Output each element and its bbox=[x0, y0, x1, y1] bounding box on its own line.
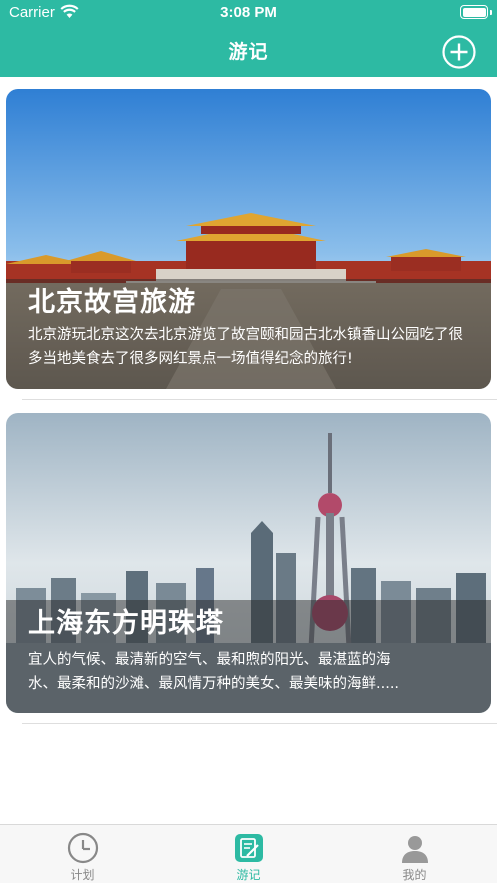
travel-card[interactable]: 北京故宫旅游 北京游玩北京这次去北京游览了故宫颐和园古北水镇香山公园吃了很多当地… bbox=[6, 89, 491, 389]
divider bbox=[22, 723, 497, 724]
tab-bar: 计划 游记 我的 bbox=[0, 824, 497, 883]
card-caption: 北京故宫旅游 北京游玩北京这次去北京游览了故宫颐和园古北水镇香山公园吃了很多当地… bbox=[6, 279, 491, 389]
card-description: 北京游玩北京这次去北京游览了故宫颐和园古北水镇香山公园吃了很多当地美食去了很多网… bbox=[28, 327, 463, 367]
tab-mine[interactable]: 我的 bbox=[332, 825, 497, 883]
battery-icon bbox=[460, 5, 492, 19]
tab-travel-notes[interactable]: 游记 bbox=[166, 825, 331, 883]
edit-note-icon bbox=[234, 834, 263, 862]
card-description-line: 水、最柔和的沙滩、最风情万种的美女、最美味的海鲜..... bbox=[28, 676, 400, 692]
card-description: 宜人的气候、最清新的空气、最和煦的阳光、最湛蓝的海 水、最柔和的沙滩、最风情万种… bbox=[28, 648, 477, 696]
card-caption: 上海东方明珠塔 宜人的气候、最清新的空气、最和煦的阳光、最湛蓝的海 水、最柔和的… bbox=[6, 600, 491, 713]
tab-label: 计划 bbox=[70, 868, 95, 882]
status-time: 3:08 PM bbox=[220, 4, 277, 21]
add-button[interactable] bbox=[442, 35, 476, 69]
card-title: 上海东方明珠塔 bbox=[28, 608, 224, 639]
user-icon bbox=[401, 836, 428, 863]
card-title: 北京故宫旅游 bbox=[28, 287, 196, 318]
tab-label: 我的 bbox=[402, 868, 427, 882]
card-description-line: 宜人的气候、最清新的空气、最和煦的阳光、最湛蓝的海 bbox=[28, 652, 391, 668]
travel-card[interactable]: 上海东方明珠塔 宜人的气候、最清新的空气、最和煦的阳光、最湛蓝的海 水、最柔和的… bbox=[6, 413, 491, 713]
page-title: 游记 bbox=[228, 41, 269, 63]
tab-plan[interactable]: 计划 bbox=[0, 825, 165, 883]
clock-icon bbox=[67, 832, 98, 864]
header: Carrier 3:08 PM 游记 bbox=[0, 0, 497, 77]
divider bbox=[22, 399, 497, 400]
status-bar: Carrier 3:08 PM bbox=[0, 0, 497, 26]
tab-label: 游记 bbox=[236, 868, 261, 882]
